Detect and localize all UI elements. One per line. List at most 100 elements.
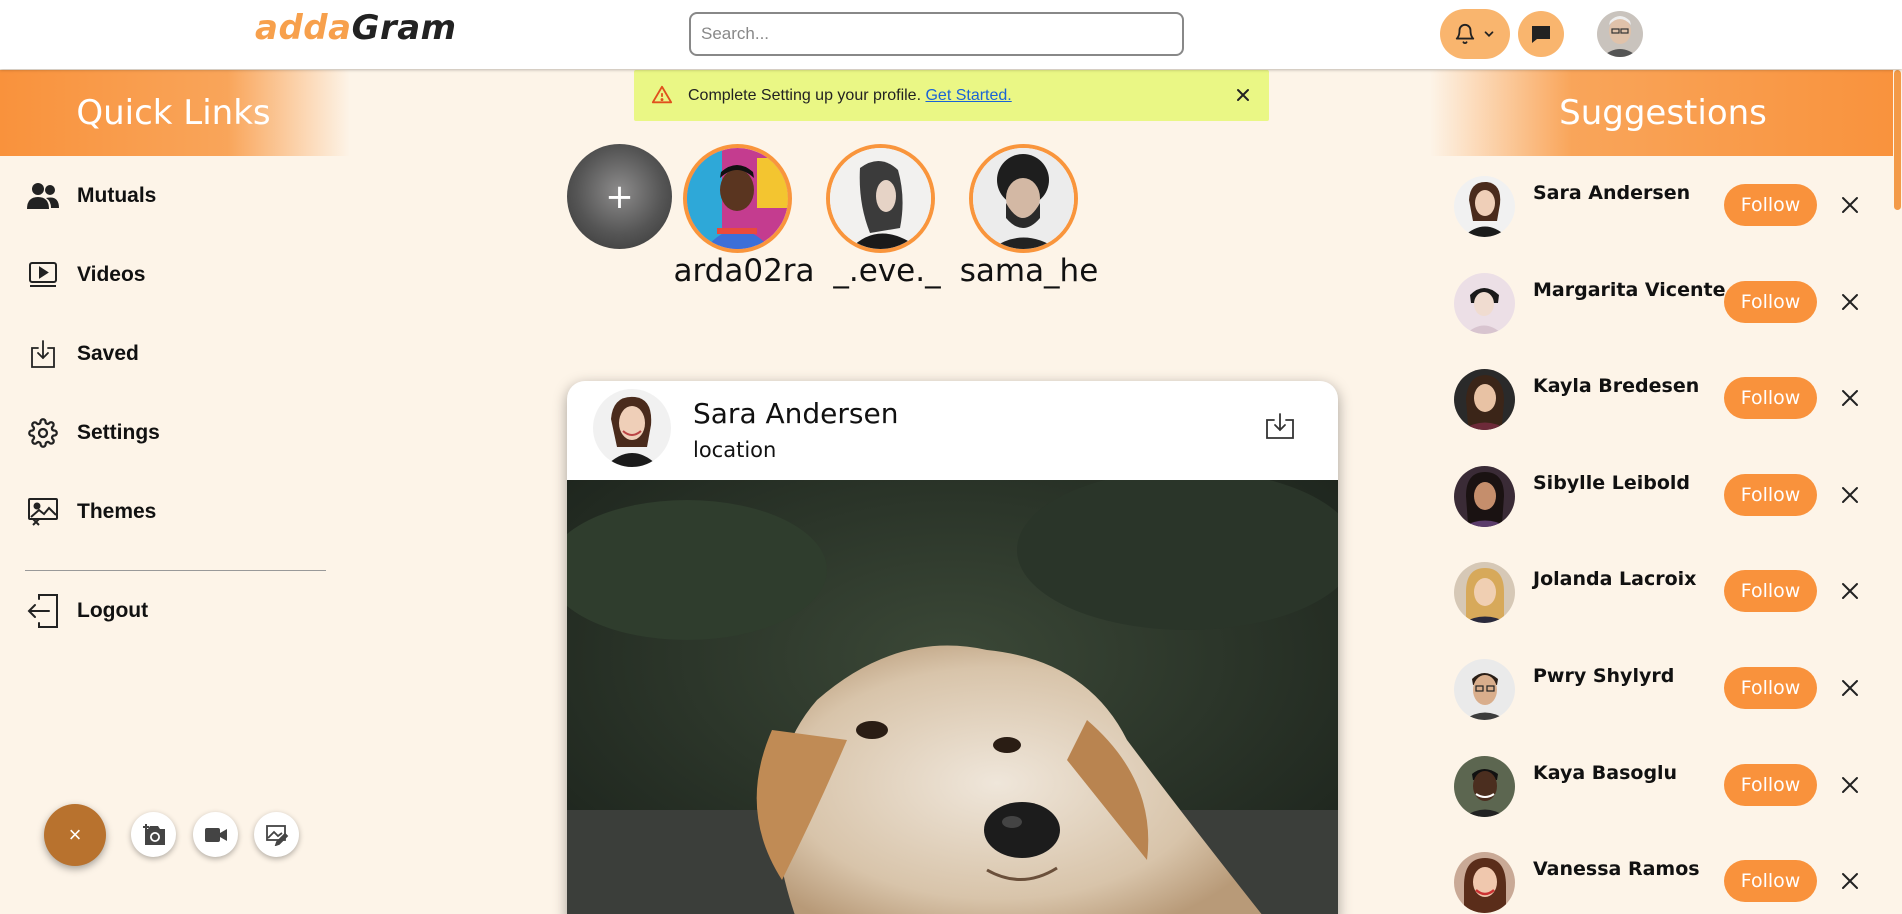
follow-button[interactable]: Follow	[1724, 474, 1817, 516]
sidebar-item-label: Mutuals	[77, 184, 157, 207]
sidebar-item-label: Logout	[77, 599, 149, 622]
close-icon[interactable]	[1838, 483, 1862, 507]
suggestion-item: Sara Andersen Follow	[1454, 176, 1884, 240]
suggestion-name[interactable]: Kayla Bredesen	[1533, 375, 1699, 397]
profile-setup-notice: Complete Setting up your profile. Get St…	[634, 70, 1269, 121]
suggestion-name[interactable]: Margarita Vicente	[1533, 279, 1725, 301]
story-avatar[interactable]	[826, 144, 935, 253]
sidebar-divider	[25, 570, 326, 571]
suggestion-avatar[interactable]	[1454, 369, 1515, 430]
suggestion-name[interactable]: Pwry Shylyrd	[1533, 665, 1674, 687]
suggestion-name[interactable]: Jolanda Lacroix	[1533, 568, 1696, 590]
story-username: sama_he	[959, 253, 1099, 289]
chat-icon	[1532, 26, 1550, 43]
story-avatar[interactable]	[969, 144, 1078, 253]
post-location: location	[693, 438, 777, 462]
chevron-down-icon	[1484, 31, 1494, 37]
scrollbar-thumb[interactable]	[1894, 70, 1901, 210]
close-icon[interactable]	[1838, 579, 1862, 603]
sidebar-item-logout[interactable]: Logout	[25, 591, 325, 631]
avatar-image	[1454, 659, 1515, 720]
add-post-button[interactable]	[254, 812, 299, 857]
sidebar-item-mutuals[interactable]: Mutuals	[25, 176, 325, 216]
avatar-image	[1454, 176, 1515, 237]
close-icon[interactable]	[1838, 193, 1862, 217]
download-tray-icon	[25, 336, 61, 372]
follow-button[interactable]: Follow	[1724, 667, 1817, 709]
story-image	[687, 148, 788, 249]
sidebar-item-themes[interactable]: Themes	[25, 492, 325, 532]
follow-button[interactable]: Follow	[1724, 184, 1817, 226]
top-navbar: addaGram	[0, 0, 1902, 69]
suggestion-name[interactable]: Sara Andersen	[1533, 182, 1690, 204]
follow-button[interactable]: Follow	[1724, 860, 1817, 902]
follow-button[interactable]: Follow	[1724, 764, 1817, 806]
suggestion-avatar[interactable]	[1454, 852, 1515, 913]
close-icon[interactable]	[1233, 85, 1253, 105]
sidebar-item-label: Settings	[77, 421, 160, 444]
image-monitor-icon	[25, 494, 61, 530]
get-started-link[interactable]: Get Started.	[925, 87, 1011, 104]
suggestion-item: Margarita Vicente Follow	[1454, 273, 1884, 337]
avatar-image	[1454, 852, 1515, 913]
suggestion-item: Kayla Bredesen Follow	[1454, 369, 1884, 433]
suggestion-avatar[interactable]	[1454, 562, 1515, 623]
suggestions-header: Suggestions	[1430, 70, 1902, 156]
suggestion-name[interactable]: Vanessa Ramos	[1533, 858, 1700, 880]
close-glyph: ×	[68, 822, 82, 847]
add-video-button[interactable]	[193, 812, 238, 857]
warning-icon	[651, 85, 673, 104]
post-author-name[interactable]: Sara Andersen	[693, 397, 898, 430]
notice-message: Complete Setting up your profile. Get St…	[688, 87, 1012, 105]
save-post-icon[interactable]	[1264, 412, 1296, 442]
user-avatar[interactable]	[1597, 11, 1643, 57]
suggestion-item: Kaya Basoglu Follow	[1454, 756, 1884, 820]
bell-icon	[1455, 24, 1475, 45]
plus-glyph: +	[605, 176, 634, 217]
suggestion-avatar[interactable]	[1454, 176, 1515, 237]
avatar-image	[593, 389, 671, 467]
post-card: Sara Andersen location	[567, 381, 1338, 914]
suggestion-item: Jolanda Lacroix Follow	[1454, 562, 1884, 626]
messages-button[interactable]	[1518, 11, 1564, 57]
logo-part-adda: adda	[255, 8, 352, 48]
suggestion-name[interactable]: Kaya Basoglu	[1533, 762, 1677, 784]
app-logo[interactable]: addaGram	[255, 8, 457, 48]
story-image	[973, 148, 1074, 249]
users-icon	[25, 178, 61, 214]
quick-links-header: Quick Links	[0, 70, 350, 156]
notifications-button[interactable]	[1440, 9, 1510, 59]
suggestion-item: Vanessa Ramos Follow	[1454, 852, 1884, 914]
quick-links-title: Quick Links	[76, 93, 271, 133]
search-input[interactable]	[689, 12, 1184, 56]
suggestion-avatar[interactable]	[1454, 756, 1515, 817]
sidebar-item-label: Themes	[77, 500, 157, 523]
follow-button[interactable]: Follow	[1724, 281, 1817, 323]
sidebar-item-label: Videos	[77, 263, 146, 286]
video-camera-icon	[204, 827, 227, 842]
suggestion-avatar[interactable]	[1454, 273, 1515, 334]
sidebar-item-settings[interactable]: Settings	[25, 413, 325, 453]
close-icon[interactable]	[1838, 676, 1862, 700]
suggestion-name[interactable]: Sibylle Leibold	[1533, 472, 1690, 494]
close-icon[interactable]	[1838, 290, 1862, 314]
follow-button[interactable]: Follow	[1724, 570, 1817, 612]
logo-part-gram: Gram	[351, 8, 457, 48]
add-story-button[interactable]: +	[567, 144, 672, 249]
sidebar-item-saved[interactable]: Saved	[25, 334, 325, 374]
suggestion-avatar[interactable]	[1454, 659, 1515, 720]
post-author-avatar[interactable]	[593, 389, 671, 467]
close-icon[interactable]	[1838, 773, 1862, 797]
suggestions-title: Suggestions	[1559, 93, 1767, 133]
video-play-icon	[25, 257, 61, 293]
close-icon[interactable]	[1838, 869, 1862, 893]
close-icon[interactable]	[1838, 386, 1862, 410]
add-photo-button[interactable]	[131, 812, 176, 857]
suggestion-item: Pwry Shylyrd Follow	[1454, 659, 1884, 723]
fab-close-button[interactable]: ×	[44, 804, 106, 866]
gear-icon	[25, 415, 61, 451]
story-avatar[interactable]	[683, 144, 792, 253]
sidebar-item-videos[interactable]: Videos	[25, 255, 325, 295]
follow-button[interactable]: Follow	[1724, 377, 1817, 419]
suggestion-avatar[interactable]	[1454, 466, 1515, 527]
